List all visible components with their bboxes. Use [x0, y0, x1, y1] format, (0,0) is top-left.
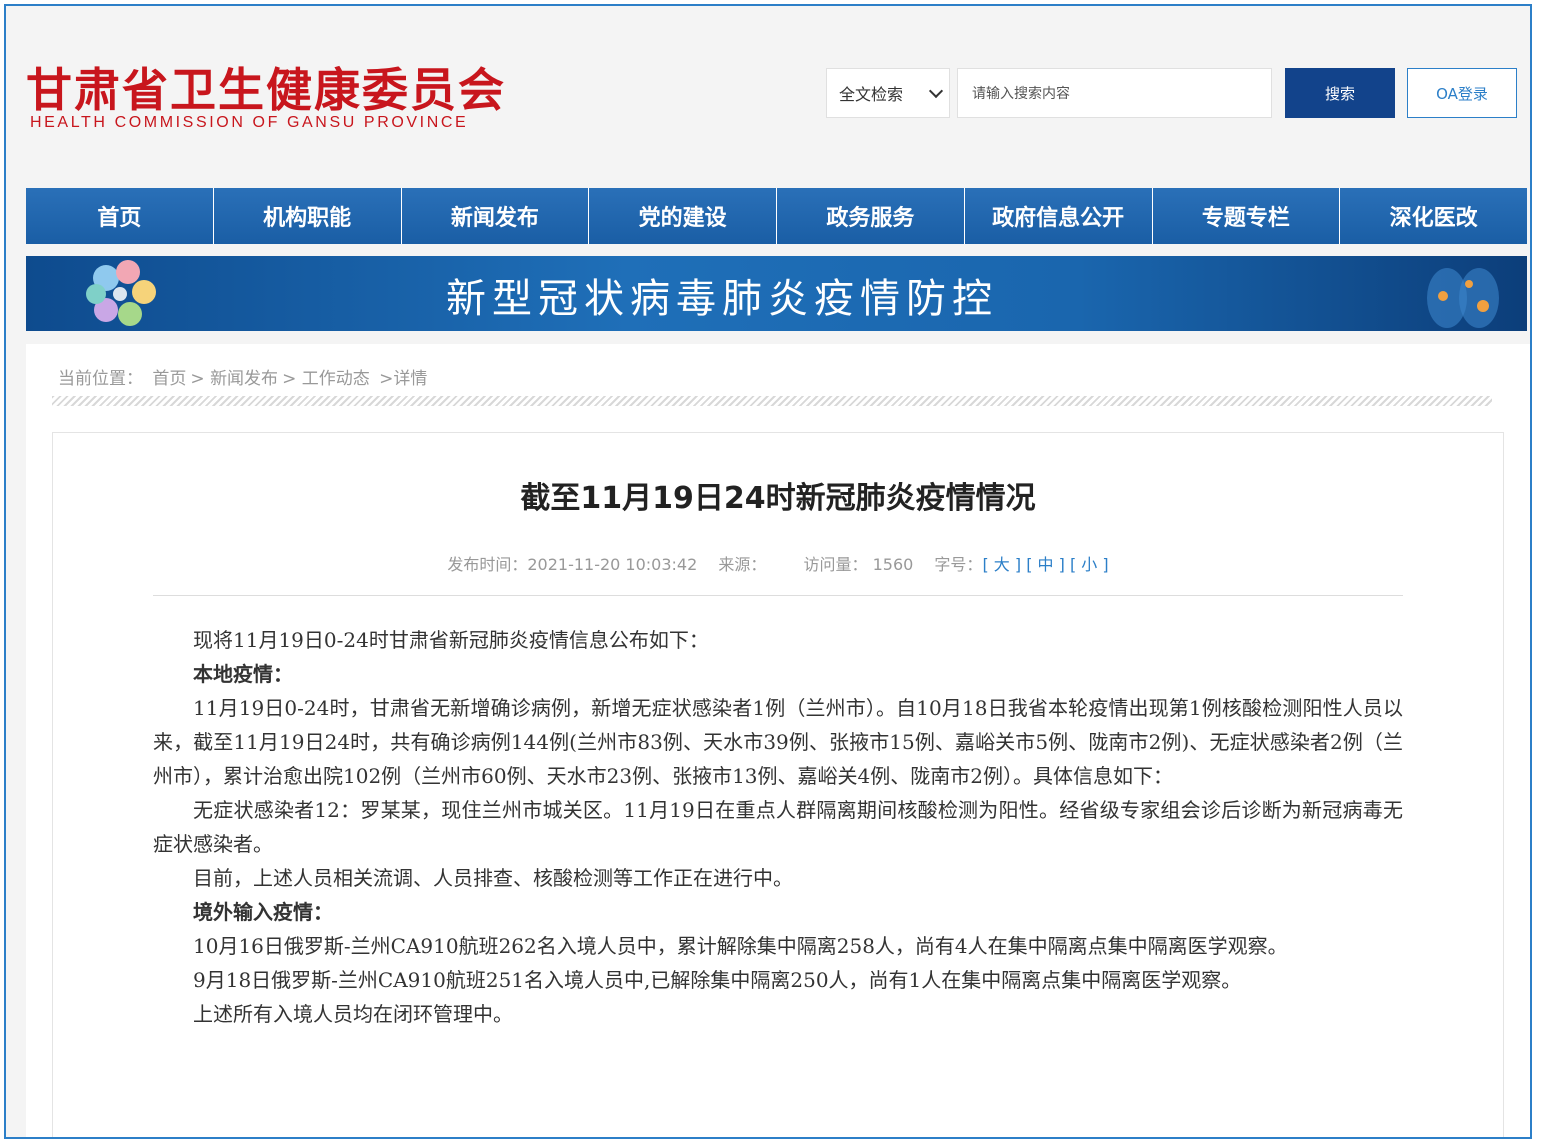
- site-logo[interactable]: 甘肃省卫生健康委员会: [26, 54, 506, 120]
- font-size-small[interactable]: 小: [1081, 555, 1097, 574]
- nav-item-disclosure[interactable]: 政府信息公开: [964, 188, 1153, 244]
- nav-item-reform[interactable]: 深化医改: [1340, 188, 1527, 244]
- breadcrumb: 当前位置： 首页 > 新闻发布 > 工作动态 >详情: [58, 369, 428, 389]
- paragraph-local-summary: 11月19日0-24时，甘肃省无新增确诊病例，新增无症状感染者1例（兰州市）。自…: [153, 696, 1403, 788]
- oa-login-button[interactable]: OA登录: [1407, 68, 1517, 118]
- nav-item-news[interactable]: 新闻发布: [401, 188, 590, 244]
- breadcrumb-label: 当前位置：: [58, 369, 143, 389]
- chevron-down-icon: [928, 83, 944, 99]
- breadcrumb-home[interactable]: 首页: [152, 369, 186, 389]
- article-meta: 发布时间：2021-11-20 10:03:42 来源： 访问量： 1560 字…: [447, 555, 1109, 574]
- content-area: 当前位置： 首页 > 新闻发布 > 工作动态 >详情 截至11月19日24时新冠肺炎…: [26, 344, 1530, 1137]
- paragraph-intro: 现将11月19日0-24时甘肃省新冠肺炎疫情信息公布如下：: [193, 628, 709, 652]
- site-header: 甘肃省卫生健康委员会 HEALTH COMMISSION OF GANSU PR…: [6, 6, 1530, 186]
- font-size-medium[interactable]: 中: [1038, 555, 1054, 574]
- search-scope-select[interactable]: 全文检索: [826, 68, 950, 118]
- article-panel: 截至11月19日24时新冠肺炎疫情情况 发布时间：2021-11-20 10:0…: [52, 432, 1504, 1137]
- nav-item-topics[interactable]: 专题专栏: [1152, 188, 1341, 244]
- heading-imported: 境外输入疫情：: [193, 900, 333, 924]
- banner-title: 新型冠状病毒肺炎疫情防控: [446, 276, 998, 322]
- search-scope-label: 全文检索: [839, 85, 904, 104]
- main-nav: 首页 机构职能 新闻发布 党的建设 政务服务 政府信息公开 专题专栏 深化医改: [26, 188, 1527, 244]
- visits-label: 访问量：: [803, 555, 868, 574]
- page-frame: 甘肃省卫生健康委员会 HEALTH COMMISSION OF GANSU PR…: [4, 4, 1532, 1139]
- search-input[interactable]: 请输入搜索内容: [957, 68, 1272, 118]
- nav-item-party[interactable]: 党的建设: [589, 188, 777, 244]
- paragraph-tracing: 目前，上述人员相关流调、人员排查、核酸检测等工作正在进行中。: [193, 866, 793, 890]
- hatch-divider: [52, 396, 1492, 406]
- search-button[interactable]: 搜索: [1285, 68, 1395, 118]
- paragraph-asymptomatic: 无症状感染者12：罗某某，现住兰州市城关区。11月19日在重点人群隔离期间核酸检…: [153, 798, 1403, 856]
- paragraph-flight-sep: 9月18日俄罗斯-兰州CA910航班251名入境人员中,已解除集中隔离250人，…: [193, 968, 1242, 992]
- paragraph-flight-oct: 10月16日俄罗斯-兰州CA910航班262名入境人员中，累计解除集中隔离258…: [193, 934, 1288, 958]
- breadcrumb-detail: >详情: [379, 369, 428, 389]
- lung-illustration-icon: [1427, 268, 1499, 328]
- search-placeholder: 请输入搜索内容: [972, 86, 1070, 102]
- publish-time: 2021-11-20 10:03:42: [527, 555, 698, 574]
- article-body: 现将11月19日0-24时甘肃省新冠肺炎疫情信息公布如下： 本地疫情： 11月1…: [153, 623, 1403, 1031]
- font-size-large[interactable]: 大: [994, 555, 1010, 574]
- font-size-label: 字号：: [934, 555, 983, 574]
- visits-count: 1560: [872, 555, 914, 574]
- breadcrumb-work[interactable]: 工作动态: [302, 369, 370, 389]
- heading-local: 本地疫情：: [193, 662, 293, 686]
- covid-banner[interactable]: 新型冠状病毒肺炎疫情防控: [26, 256, 1527, 331]
- breadcrumb-news[interactable]: 新闻发布: [210, 369, 278, 389]
- source-label: 来源：: [718, 555, 767, 574]
- meta-divider: [153, 595, 1403, 596]
- nav-item-functions[interactable]: 机构职能: [213, 188, 402, 244]
- site-logo-english: HEALTH COMMISSION OF GANSU PROVINCE: [30, 114, 469, 131]
- nav-item-home[interactable]: 首页: [26, 188, 214, 244]
- paragraph-closed-loop: 上述所有入境人员均在闭环管理中。: [193, 1002, 513, 1026]
- nav-item-services[interactable]: 政务服务: [777, 188, 965, 244]
- article-title: 截至11月19日24时新冠肺炎疫情情况: [520, 481, 1036, 516]
- flower-emblem-icon: [86, 260, 156, 326]
- publish-label: 发布时间：: [447, 555, 528, 574]
